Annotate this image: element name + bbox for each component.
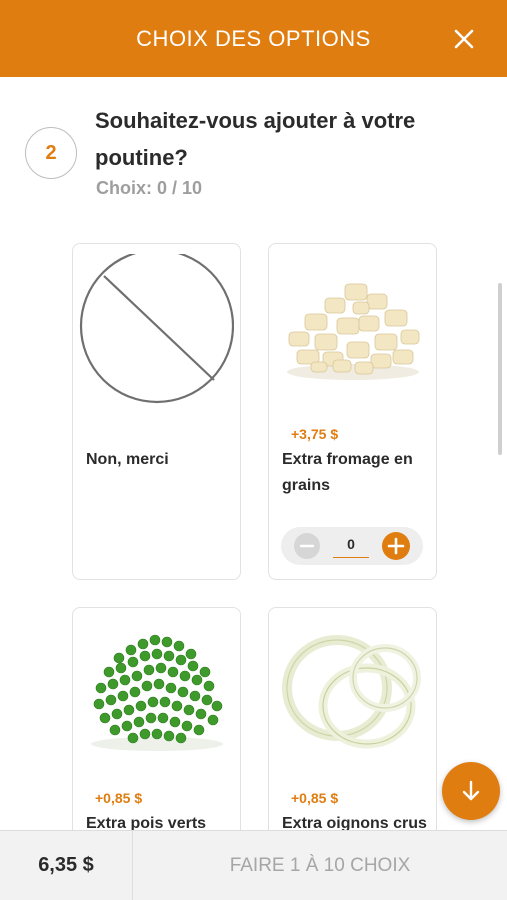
- green-peas-image: [91, 634, 223, 751]
- minus-icon: [294, 533, 320, 559]
- option-price: +3,75 $: [291, 426, 339, 442]
- choices-counter: Choix: 0 / 10: [96, 178, 203, 198]
- option-price: +0,85 $: [95, 790, 143, 806]
- page-title: CHOIX DES OPTIONS: [136, 25, 371, 51]
- scroll-down-button[interactable]: [442, 762, 500, 820]
- header-bar: CHOIX DES OPTIONS: [0, 0, 507, 77]
- order-total: 6,35 $: [0, 831, 133, 900]
- quantity-stepper: 0: [281, 527, 423, 565]
- option-price: +0,85 $: [291, 790, 339, 806]
- option-card-cheese[interactable]: +3,75 $ Extra fromage en grains 0: [268, 243, 437, 580]
- option-name: Non, merci: [86, 451, 169, 468]
- option-card-no-thanks[interactable]: Non, merci: [72, 243, 241, 580]
- scrollbar[interactable]: [498, 283, 502, 455]
- question-title: Souhaitez-vous ajouter à votre poutine?: [95, 108, 416, 170]
- onion-rings-image: [282, 635, 421, 749]
- make-choice-button[interactable]: FAIRE 1 À 10 CHOIX: [133, 831, 507, 900]
- step-number-badge: 2: [25, 127, 77, 179]
- option-name: Extra fromage en grains: [282, 451, 413, 494]
- close-icon: [454, 29, 474, 49]
- no-symbol-icon: [79, 254, 234, 404]
- cheese-curds-image: [287, 283, 420, 380]
- footer-bar: 6,35 $ FAIRE 1 À 10 CHOIX: [0, 830, 507, 900]
- quantity-input[interactable]: 0: [333, 534, 369, 558]
- decrement-button[interactable]: [294, 533, 320, 559]
- increment-button[interactable]: [382, 532, 410, 560]
- plus-icon: [382, 532, 410, 560]
- close-button[interactable]: [449, 24, 479, 54]
- arrow-down-icon: [462, 780, 480, 801]
